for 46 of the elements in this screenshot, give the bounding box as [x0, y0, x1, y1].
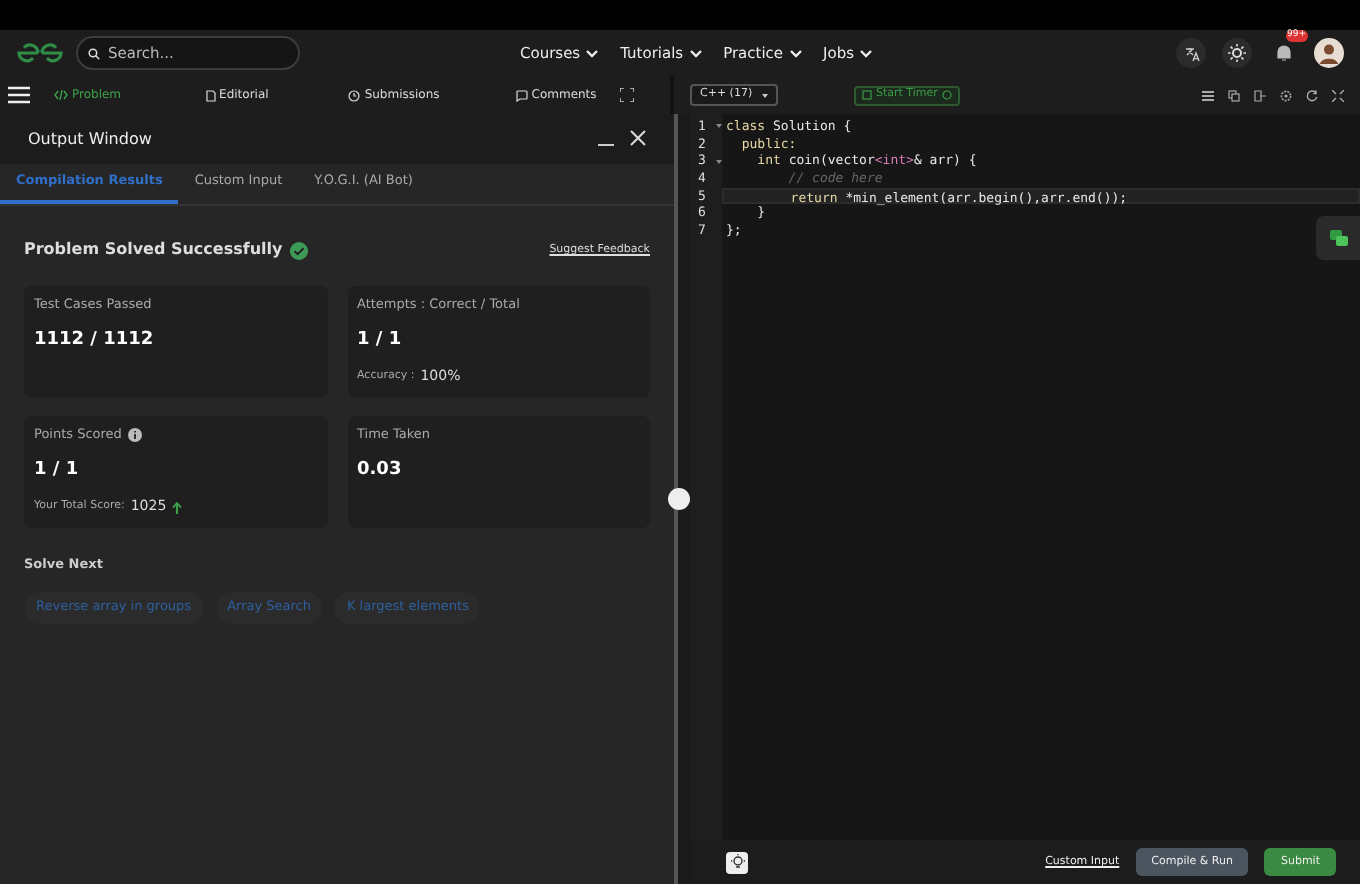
chevron-down-icon [689, 49, 702, 57]
chevron-down-icon [586, 49, 599, 57]
logo-icon[interactable] [16, 42, 64, 64]
play-icon [941, 90, 952, 100]
fullscreen-button[interactable] [620, 84, 634, 106]
chat-icon [1329, 230, 1347, 246]
stat-value: 1 / 1 [34, 457, 79, 484]
settings-icon[interactable] [1280, 89, 1292, 101]
translate-icon [1183, 45, 1199, 61]
caret-icon [762, 93, 768, 97]
fold-icon[interactable] [716, 124, 722, 129]
copy-icon[interactable] [1228, 89, 1240, 101]
menu-icon [8, 85, 30, 104]
menu-button[interactable] [8, 84, 30, 106]
stat-value: 1112 / 1112 [34, 327, 154, 354]
bell-icon [1275, 44, 1291, 62]
fold-icon[interactable] [716, 159, 722, 164]
stat-value: 1 / 1 [357, 327, 402, 354]
clock-icon [348, 89, 361, 101]
theme-button[interactable] [1222, 38, 1252, 68]
status-message: Problem Solved Successfully [24, 238, 283, 262]
search-icon [88, 45, 100, 61]
avatar-icon[interactable] [1314, 38, 1344, 68]
fullscreen-icon[interactable] [1332, 89, 1344, 101]
close-button[interactable] [630, 127, 646, 151]
stat-value: 0.03 [357, 457, 402, 484]
hint-button[interactable] [726, 851, 748, 873]
chat-button[interactable] [1316, 216, 1360, 260]
info-icon[interactable] [127, 428, 142, 443]
panel-title: Output Window [28, 127, 152, 151]
minimize-icon [598, 144, 614, 146]
reset-icon[interactable] [1306, 89, 1318, 101]
close-icon [630, 130, 646, 147]
file-icon[interactable] [1254, 89, 1266, 101]
code-icon [54, 90, 68, 100]
format-icon[interactable] [1202, 89, 1214, 101]
fullscreen-icon [620, 87, 634, 102]
comment-icon [515, 89, 528, 101]
chevron-down-icon [789, 49, 802, 57]
timer-icon [862, 90, 872, 100]
document-icon [205, 89, 216, 101]
sun-icon [1228, 44, 1246, 62]
chevron-down-icon [860, 49, 873, 57]
lightbulb-icon [729, 854, 745, 870]
translate-button[interactable] [1176, 38, 1206, 68]
check-icon [290, 241, 309, 259]
